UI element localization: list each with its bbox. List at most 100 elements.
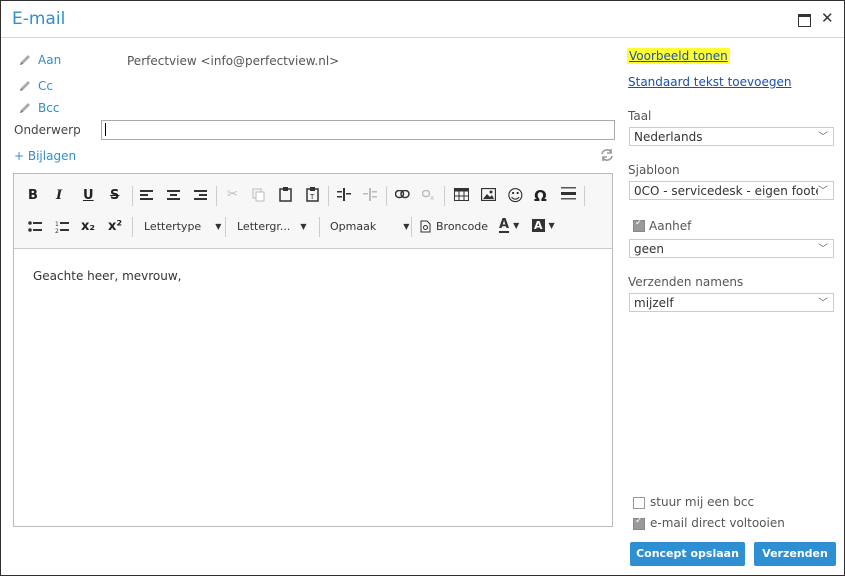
send-as-value: mijzelf [634,296,674,310]
align-left-icon[interactable] [140,190,153,202]
bcc-button[interactable]: Bcc [18,101,59,115]
subscript-button[interactable]: x₂ [81,219,95,234]
svg-text:x: x [430,194,434,201]
toolbar-divider [328,186,329,206]
chevron-down-icon: ▼ [548,221,555,230]
bcc-me-label: stuur mij een bcc [650,495,755,509]
toolbar-divider [132,186,133,206]
send-button[interactable]: Verzenden [754,542,836,566]
superscript-button[interactable]: x² [108,219,122,234]
toolbar-divider [584,186,585,206]
paste-icon[interactable] [279,187,292,202]
complete-label: e-mail direct voltooien [650,516,785,530]
attachments-link[interactable]: + Bijlagen [14,149,76,163]
horizontal-line-icon[interactable] [561,187,576,202]
strikethrough-button[interactable]: S [110,188,119,203]
pencil-icon [20,81,30,91]
italic-button[interactable]: I [56,188,62,203]
subject-label: Onderwerp [14,123,81,137]
language-value: Nederlands [634,130,703,144]
toolbar-divider [386,186,387,206]
title-bar: E-mail ✕ [1,1,844,38]
send-as-select[interactable]: mijzelf ﹀ [629,293,834,312]
salutation-value: geen [634,242,664,256]
font-size-label: Lettergr... [237,220,291,233]
template-select[interactable]: 0CO - servicedesk - eigen footer ﹀ [629,181,834,200]
refresh-icon[interactable] [599,147,615,163]
bcc-label: Bcc [38,101,60,115]
font-size-dropdown[interactable]: Lettergr... ▼ [237,220,307,233]
table-icon[interactable] [454,188,469,201]
salutation-checkbox[interactable] [633,218,645,232]
font-family-label: Lettertype [144,220,202,233]
complete-checkbox[interactable] [633,516,645,530]
font-family-dropdown[interactable]: Lettertype ▼ [144,220,221,233]
pencil-icon [20,55,30,65]
chevron-down-icon: ▼ [300,222,307,231]
source-button[interactable]: Broncode [420,220,488,233]
align-center-icon[interactable] [167,190,180,202]
salutation-select[interactable]: geen ﹀ [629,239,834,258]
toolbar-divider [225,217,226,237]
save-draft-button[interactable]: Concept opslaan [630,542,745,566]
source-icon [420,220,431,233]
editor-toolbar: B I U S ✂ T x ☺ Ω 1 2 x₂ x² Lettertype ▼… [14,174,612,249]
bullet-list-icon[interactable] [28,221,42,233]
dialog-title: E-mail [12,9,66,29]
toolbar-divider [132,217,133,237]
language-label: Taal [628,109,652,123]
svg-text:2: 2 [55,228,59,234]
template-label: Sjabloon [628,163,680,177]
salutation-label: Aanhef [649,219,692,233]
preview-link-label: Voorbeeld tonen [627,48,730,64]
numbered-list-icon[interactable]: 12 [55,220,69,234]
paste-text-icon[interactable]: T [306,187,319,202]
text-color-button[interactable]: A ▼ [499,218,519,233]
cc-button[interactable]: Cc [18,79,53,93]
chevron-down-icon: ﹀ [818,244,828,255]
standard-text-link[interactable]: Standaard tekst toevoegen [628,75,791,89]
toolbar-divider [444,186,445,206]
svg-text:T: T [309,193,315,201]
to-label: Aan [38,53,62,67]
preview-link[interactable]: Voorbeeld tonen [627,48,730,64]
outdent-icon[interactable] [363,188,377,201]
chevron-down-icon: ﹀ [818,298,828,309]
link-icon[interactable] [395,190,410,199]
indent-icon[interactable] [337,188,351,201]
subject-input[interactable] [101,120,615,140]
cut-icon[interactable]: ✂ [227,187,238,202]
close-icon[interactable]: ✕ [821,9,834,27]
to-button[interactable]: Aan [18,53,61,67]
svg-text:1: 1 [55,221,59,228]
bold-button[interactable]: B [28,188,38,203]
align-right-icon[interactable] [194,190,207,202]
special-char-button[interactable]: Ω [534,187,547,205]
rich-text-editor: B I U S ✂ T x ☺ Ω 1 2 x₂ x² Lettertype ▼… [13,173,613,527]
chevron-down-icon: ▼ [403,222,410,231]
send-as-label: Verzenden namens [628,275,744,289]
toolbar-divider [319,217,320,237]
source-label: Broncode [436,220,489,233]
pencil-icon [20,103,30,113]
maximize-icon[interactable] [798,14,811,27]
toolbar-divider [411,217,412,237]
image-icon[interactable] [481,188,496,201]
emoji-icon[interactable]: ☺ [507,186,524,205]
format-dropdown[interactable]: Opmaak ▼ [330,220,409,233]
toolbar-divider [216,186,217,206]
chevron-down-icon: ▼ [513,221,520,230]
email-dialog: E-mail ✕ Aan Cc Bcc Perfectview <info@pe… [0,0,845,576]
copy-icon[interactable] [252,188,265,202]
background-color-icon: A [532,219,545,232]
underline-button[interactable]: U [83,188,94,203]
background-color-button[interactable]: A ▼ [532,219,555,232]
cc-label: Cc [38,79,53,93]
editor-body[interactable]: Geachte heer, mevrouw, [33,269,182,283]
language-select[interactable]: Nederlands ﹀ [629,127,834,146]
chevron-down-icon: ▼ [215,222,222,231]
from-address: Perfectview <info@perfectview.nl> [127,54,340,68]
format-label: Opmaak [330,220,377,233]
unlink-icon[interactable]: x [422,190,437,201]
bcc-me-checkbox[interactable] [633,497,645,509]
